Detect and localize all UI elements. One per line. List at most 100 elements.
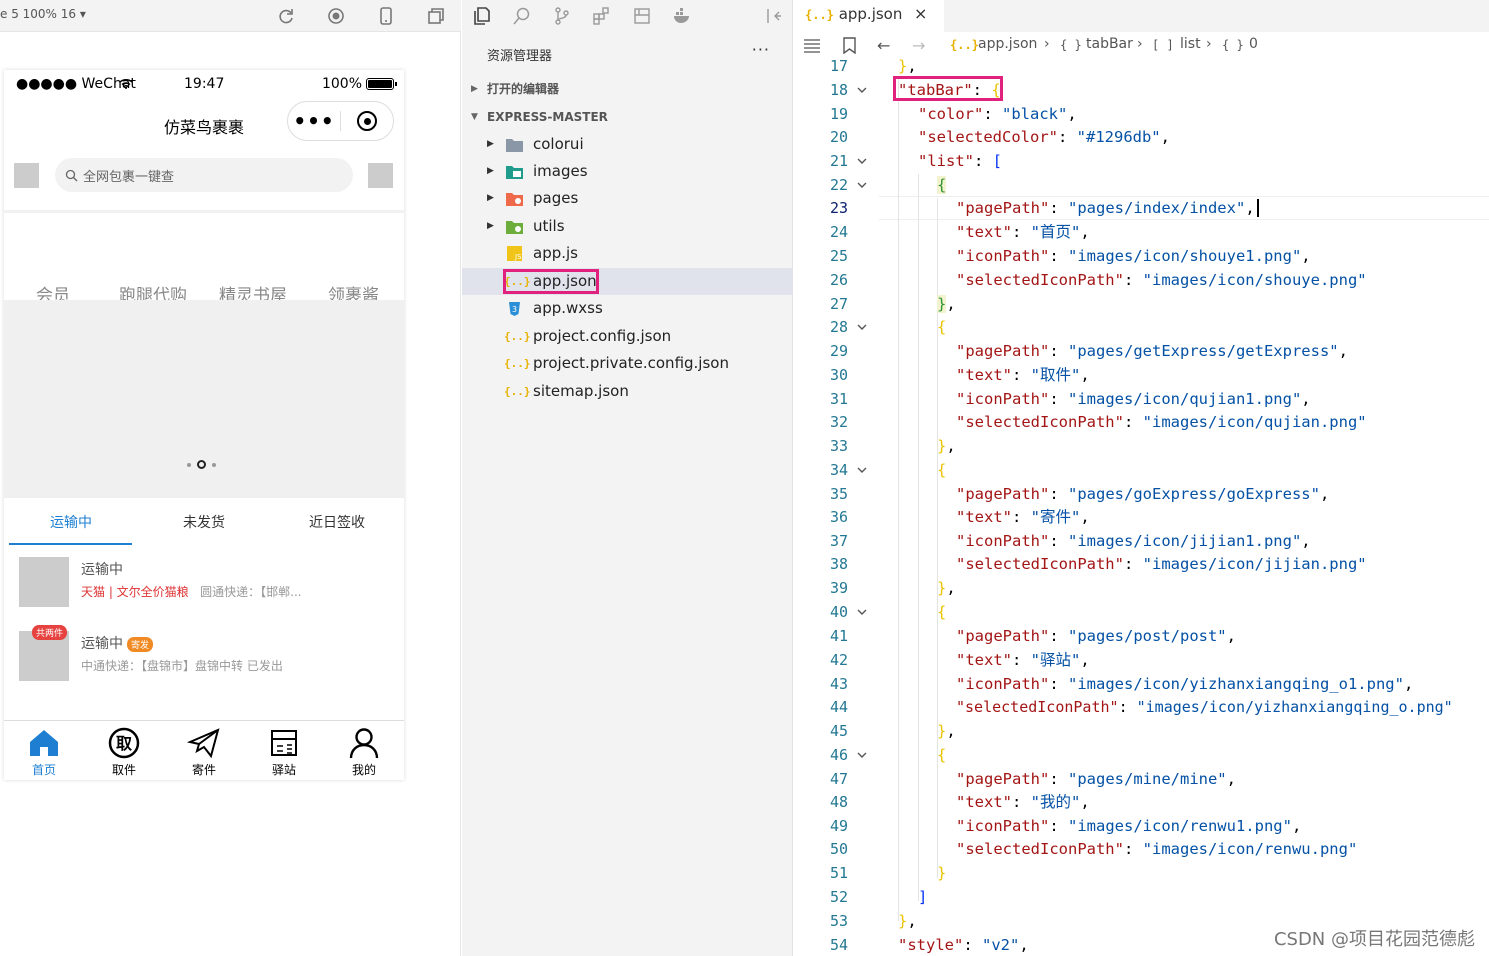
code-line: }, [937, 722, 956, 740]
tabbar-send[interactable]: 寄件 [179, 726, 229, 778]
fold-chevron-icon[interactable] [856, 464, 868, 479]
tabbar-station[interactable]: 驿站 [259, 726, 309, 778]
code-line: "iconPath": "images/icon/shouye1.png", [956, 247, 1311, 265]
layout-icon[interactable] [632, 6, 652, 26]
fold-chevron-icon[interactable] [856, 749, 868, 764]
docker-icon[interactable] [672, 6, 692, 26]
line-number: 42 [829, 651, 848, 669]
code-area[interactable]: 17 18 19 20 21 22 23 24 25 26 27 28 29 30 31 32 33 34 35 36… [794, 55, 1489, 956]
open-editors-section[interactable]: ▶ 打开的编辑器 [462, 76, 793, 102]
tree-item-project-private-config[interactable]: {..} project.private.config.json [462, 350, 793, 377]
record-icon[interactable] [326, 6, 346, 26]
code-line: "selectedIconPath": "images/icon/shouye.… [956, 271, 1367, 289]
line-number: 27 [829, 295, 848, 313]
fold-chevron-icon[interactable] [856, 84, 868, 99]
package-status: 运输中 寄发 [81, 633, 154, 653]
back-arrow-icon[interactable]: ← [877, 36, 890, 55]
svg-text:3: 3 [512, 305, 517, 314]
package-item[interactable]: 运输中 天猫 | 文尔全价猫粮 圆通快递：【邯郸... [4, 557, 404, 627]
package-courier: 圆通快递：【邯郸... [200, 585, 302, 599]
line-number: 37 [829, 532, 848, 550]
tabbar-home[interactable]: 首页 [19, 726, 69, 778]
tabbar-mine[interactable]: 我的 [339, 726, 389, 778]
package-thumbnail [19, 557, 69, 607]
json-file-icon: {..} [504, 357, 531, 370]
tab-not-shipped[interactable]: 未发货 [183, 512, 225, 532]
breadcrumb-separator: › [1044, 36, 1050, 52]
search-icon [65, 169, 78, 181]
pickup-icon: 取 [108, 727, 140, 759]
home-icon [30, 730, 58, 756]
tree-item-app-wxss[interactable]: 3 app.wxss [462, 295, 793, 322]
breadcrumb-item[interactable]: app.json [978, 36, 1037, 52]
battery-label: 100% [321, 76, 362, 92]
tree-item-sitemap[interactable]: {..} sitemap.json [462, 378, 793, 405]
breadcrumb-item[interactable]: 0 [1249, 36, 1258, 52]
json-file-icon: {..} [950, 38, 979, 52]
ios-status-bar: ●●●●● WeChat 19:47 100% [4, 70, 404, 98]
fold-chevron-icon[interactable] [856, 321, 868, 336]
tree-item-pages[interactable]: ▶ pages [462, 185, 793, 212]
fold-chevron-icon[interactable] [856, 179, 868, 194]
tab-in-transit[interactable]: 运输中 [50, 512, 92, 532]
array-icon: [ ] [1152, 38, 1174, 52]
explorer-pane: 资源管理器 ··· ▶ 打开的编辑器 ▼ EXPRESS-MASTER ▶ co… [462, 0, 793, 956]
line-number: 23 [829, 199, 848, 217]
line-number: 28 [829, 318, 848, 336]
code-line: "selectedColor": "#1296db", [918, 128, 1170, 146]
battery-icon [366, 78, 397, 90]
project-section[interactable]: ▼ EXPRESS-MASTER [462, 104, 793, 130]
code-line: "iconPath": "images/icon/qujian1.png", [956, 390, 1311, 408]
banner-swiper[interactable] [4, 300, 404, 498]
package-detail: 天猫 | 文尔全价猫粮 圆通快递：【邯郸... [81, 583, 321, 600]
search-input[interactable]: 全网包裹一键查 [55, 158, 353, 192]
capsule-menu[interactable]: ••• [287, 101, 394, 141]
code-line: }, [898, 57, 917, 75]
line-number: 38 [829, 555, 848, 573]
phone-icon[interactable] [376, 6, 396, 26]
line-number: 26 [829, 271, 848, 289]
chevron-right-icon: ▶ [487, 193, 494, 203]
editor-pane: {..} app.json × ← → {..} app.json › { } … [794, 0, 1489, 956]
files-icon[interactable] [472, 6, 492, 26]
tree-item-images[interactable]: ▶ images [462, 158, 793, 185]
device-status[interactable]: e 5 100% 16 ▾ [0, 7, 86, 21]
collapse-panel-icon[interactable] [764, 6, 784, 26]
tabbar-pickup[interactable]: 取 取件 [99, 726, 149, 778]
tree-item-utils[interactable]: ▶ utils [462, 213, 793, 240]
more-actions-icon[interactable]: ··· [752, 40, 770, 59]
more-icon[interactable]: ••• [288, 109, 340, 133]
json-file-icon: {..} [805, 8, 834, 22]
package-item[interactable]: 共两件 运输中 寄发 中通快递：【盘锦市】盘锦中转 已发出 [4, 625, 404, 701]
json-file-icon: {..} [504, 330, 531, 343]
tab-app-json[interactable]: {..} app.json × [794, 0, 944, 32]
search-icon[interactable] [512, 6, 532, 26]
line-number: 39 [829, 579, 848, 597]
fold-chevron-icon[interactable] [856, 606, 868, 621]
close-icon[interactable]: × [914, 0, 927, 28]
message-button[interactable] [368, 163, 393, 188]
breadcrumb-item[interactable]: list [1180, 36, 1201, 52]
window-icon[interactable] [426, 6, 446, 26]
tab-recently-signed[interactable]: 近日签收 [309, 512, 365, 532]
forward-arrow-icon[interactable]: → [912, 36, 925, 55]
tree-item-colorui[interactable]: ▶ colorui [462, 131, 793, 158]
source-control-icon[interactable] [552, 6, 572, 26]
code-line: } [937, 864, 947, 882]
fold-chevron-icon[interactable] [856, 155, 868, 170]
tree-item-project-config[interactable]: {..} project.config.json [462, 323, 793, 350]
scan-button[interactable] [14, 163, 39, 188]
close-miniprogram-icon[interactable] [341, 111, 393, 131]
line-number: 36 [829, 508, 848, 526]
search-placeholder: 全网包裹一键查 [83, 169, 175, 185]
tree-item-app-js[interactable]: JS app.js [462, 240, 793, 267]
extensions-icon[interactable] [592, 6, 612, 26]
refresh-icon[interactable] [276, 6, 296, 26]
line-number: 30 [829, 366, 848, 384]
breadcrumb-item[interactable]: tabBar [1086, 36, 1133, 52]
line-number: 46 [829, 746, 848, 764]
line-number: 40 [829, 603, 848, 621]
code-line: }, [937, 579, 956, 597]
list-icon[interactable] [804, 39, 820, 53]
bookmark-icon[interactable] [843, 37, 856, 54]
